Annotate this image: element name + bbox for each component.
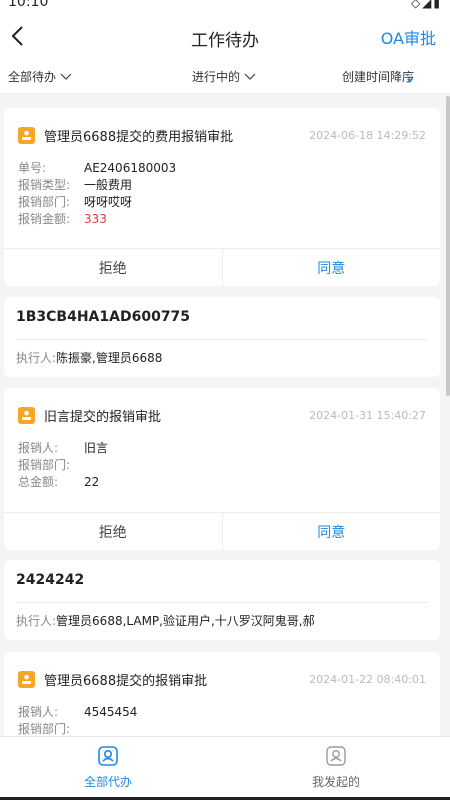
card-header: 旧言提交的报销审批 [18, 406, 161, 425]
card-time: 2024-01-31 15:40:27 [309, 409, 426, 422]
executor-value: 管理员6688,LAMP,验证用户,十八罗汉阿鬼哥,郝 [56, 614, 315, 628]
todo-icon [98, 746, 118, 766]
sort-arrow-icon[interactable] [406, 72, 414, 84]
reject-button[interactable]: 拒绝 [4, 513, 223, 550]
card-time: 2024-06-18 14:29:52 [309, 129, 426, 142]
field-label: 报销金额: [18, 212, 71, 226]
scrollbar[interactable] [446, 96, 450, 396]
nav-bar: 工作待办 OA审批 [0, 14, 450, 60]
field-label: 报销部门: [18, 458, 71, 472]
todo-list[interactable]: 管理员6688提交的费用报销审批 2024-06-18 14:29:52 单号:… [0, 96, 450, 736]
amount-value: 333 [84, 212, 107, 226]
tab-label: 全部代办 [83, 775, 132, 789]
field-label: 单号: [18, 161, 47, 175]
approval-card[interactable]: 旧言提交的报销审批 2024-01-31 15:40:27 报销人: 旧言 报销部… [4, 388, 440, 550]
chevron-down-icon [60, 73, 72, 80]
sort-filter[interactable]: 创建时间降序 [342, 68, 414, 85]
task-executors: 执行人:陈振豪,管理员6688 [16, 349, 162, 366]
card-header: 管理员6688提交的费用报销审批 [18, 126, 233, 145]
card-header: 管理员6688提交的报销审批 [18, 670, 207, 689]
card-fields: 单号: AE2406180003 报销类型: 一般费用 报销部门: 呀呀哎呀 报销金额… [18, 160, 176, 228]
field-value: AE2406180003 [84, 161, 177, 175]
scope-filter-label: 全部待办 [8, 70, 57, 84]
status-bar: 10:10 ◇◢▮ [0, 0, 450, 14]
oa-approval-link[interactable]: OA审批 [381, 25, 436, 49]
person-icon [18, 671, 35, 688]
field-value: 22 [84, 475, 100, 489]
field-label: 报销人: [18, 441, 59, 455]
tab-label: 我发起的 [311, 775, 360, 789]
person-icon [18, 407, 35, 424]
approval-card[interactable]: 管理员6688提交的报销审批 2024-01-22 08:40:01 报销人: 4… [4, 652, 440, 736]
state-filter[interactable]: 进行中的 [192, 68, 256, 85]
tab-bar: 全部代办 我发起的 [0, 736, 450, 800]
status-icons: ◇◢▮ [410, 0, 442, 10]
task-card[interactable]: 1B3CB4HA1AD600775 执行人:陈振豪,管理员6688 [4, 297, 440, 377]
task-card[interactable]: 2424242 执行人:管理员6688,LAMP,验证用户,十八罗汉阿鬼哥,郝 [4, 560, 440, 640]
field-label: 报销部门: [18, 722, 71, 736]
sort-filter-label: 创建时间降序 [341, 70, 414, 84]
executor-value: 陈振豪,管理员6688 [56, 351, 163, 365]
reject-button[interactable]: 拒绝 [4, 249, 223, 286]
task-title: 2424242 [16, 572, 85, 588]
person-icon [18, 127, 35, 144]
task-title: 1B3CB4HA1AD600775 [16, 309, 191, 325]
approval-card[interactable]: 管理员6688提交的费用报销审批 2024-06-18 14:29:52 单号:… [4, 108, 440, 286]
card-fields: 报销人: 4545454 报销部门: [18, 704, 137, 736]
status-time: 10:10 [8, 0, 49, 10]
field-value: 呀呀哎呀 [84, 195, 133, 209]
divider [16, 339, 428, 340]
user-icon [326, 746, 346, 766]
field-label: 报销类型: [18, 178, 71, 192]
field-value: 旧言 [84, 441, 109, 455]
card-actions: 拒绝 同意 [4, 248, 440, 286]
card-fields: 报销人: 旧言 报销部门: 总金额: 22 [18, 440, 108, 491]
field-label: 总金额: [18, 475, 59, 489]
card-time: 2024-01-22 08:40:01 [309, 673, 426, 686]
filter-bar: 全部待办 进行中的 创建时间降序 [0, 60, 450, 94]
agree-button[interactable]: 同意 [223, 513, 441, 550]
executor-label: 执行人: [16, 614, 57, 628]
state-filter-label: 进行中的 [192, 70, 241, 84]
tab-all-todo[interactable]: 全部代办 [58, 745, 158, 790]
divider [16, 602, 428, 603]
card-title: 管理员6688提交的费用报销审批 [44, 130, 234, 145]
executor-label: 执行人: [16, 351, 57, 365]
field-value: 4545454 [84, 705, 138, 719]
card-title: 旧言提交的报销审批 [44, 410, 162, 425]
field-value: 一般费用 [84, 178, 133, 192]
task-executors: 执行人:管理员6688,LAMP,验证用户,十八罗汉阿鬼哥,郝 [16, 612, 315, 629]
card-actions: 拒绝 同意 [4, 512, 440, 550]
field-label: 报销部门: [18, 195, 71, 209]
field-label: 报销人: [18, 705, 59, 719]
card-title: 管理员6688提交的报销审批 [44, 674, 208, 689]
agree-button[interactable]: 同意 [223, 249, 441, 286]
scope-filter[interactable]: 全部待办 [8, 68, 72, 85]
chevron-down-icon [244, 73, 256, 80]
tab-initiated[interactable]: 我发起的 [286, 745, 386, 790]
